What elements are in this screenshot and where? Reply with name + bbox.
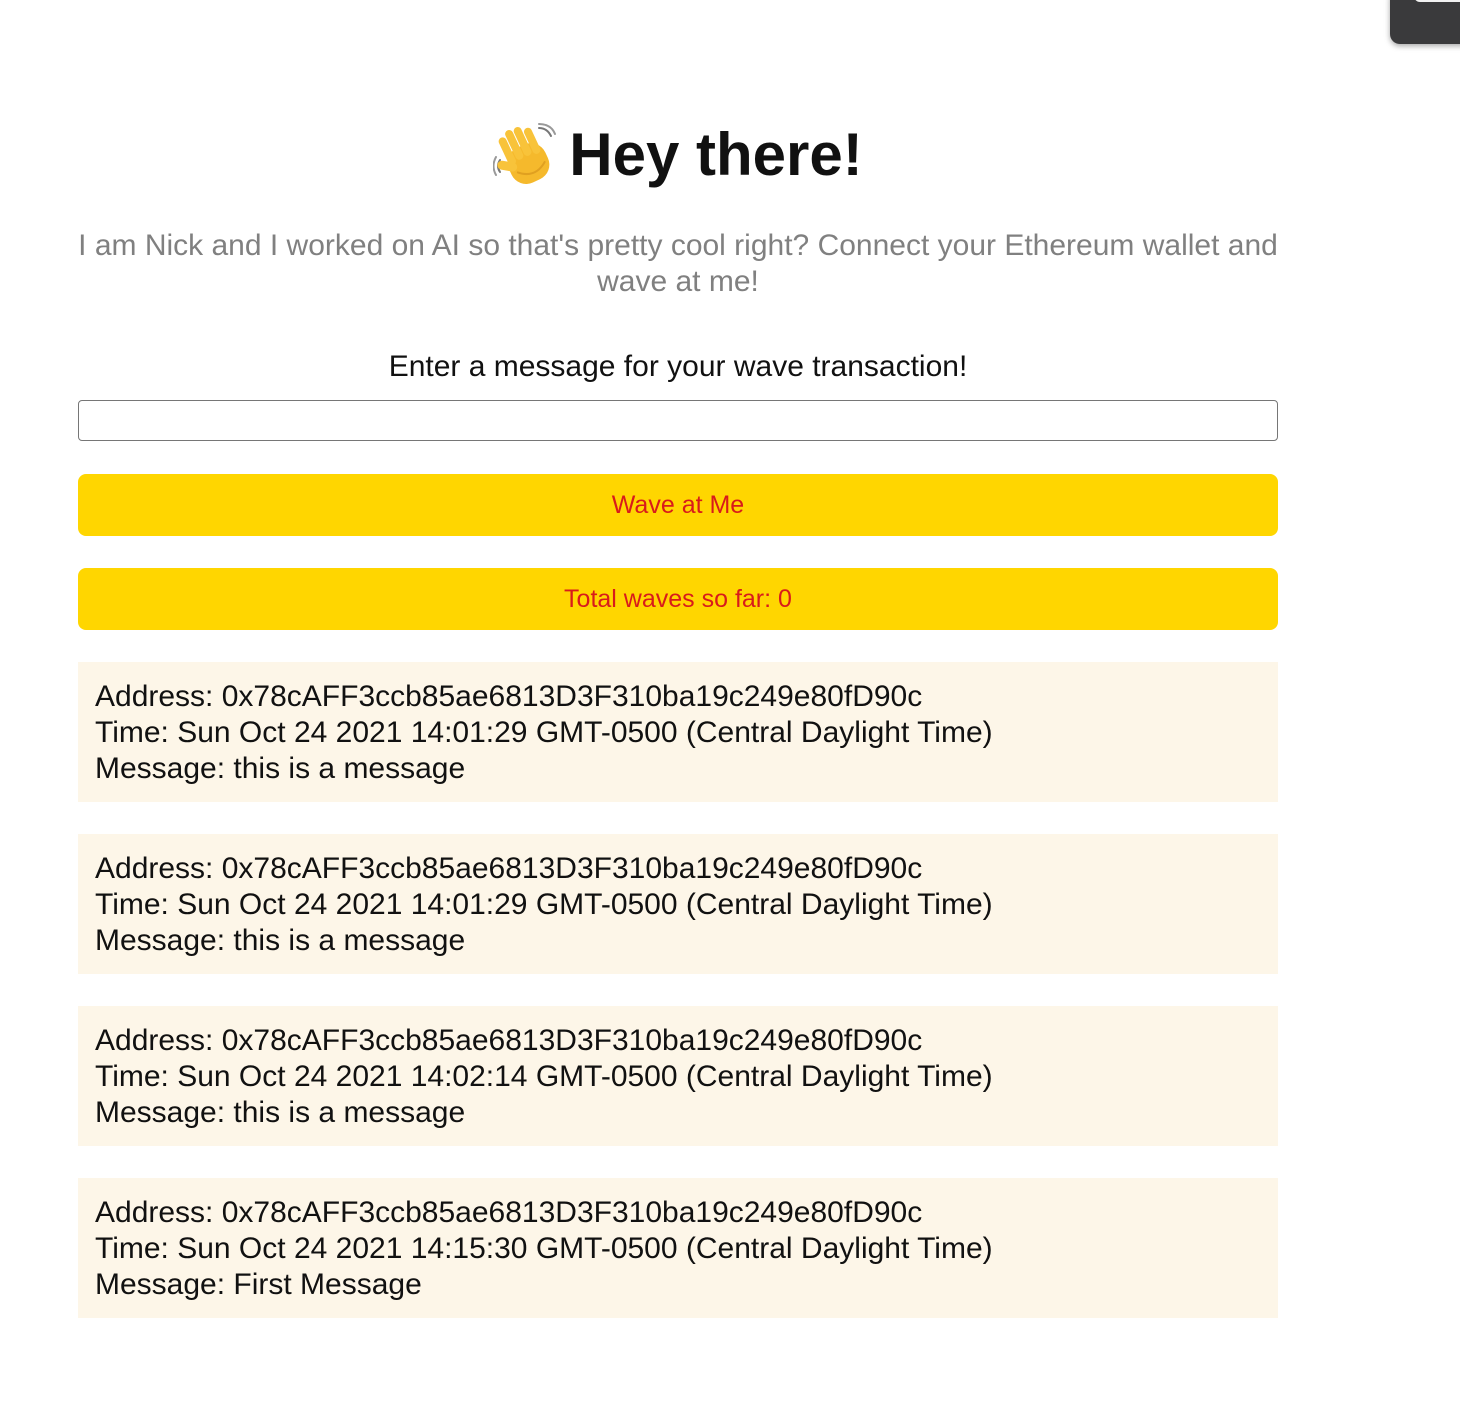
wave-address: Address: 0x78cAFF3ccb85ae6813D3F310ba19c…: [95, 1196, 923, 1229]
wave-time: Time: Sun Oct 24 2021 14:01:29 GMT-0500 …: [95, 716, 993, 749]
header: Hey there!: [78, 112, 1278, 198]
total-waves-button[interactable]: Total waves so far: 0: [78, 568, 1278, 630]
wave-message: Message: this is a message: [95, 1096, 466, 1129]
bio-text: I am Nick and I worked on AI so that's p…: [78, 229, 1278, 298]
extension-tab: [1414, 0, 1460, 2]
wave-address: Address: 0x78cAFF3ccb85ae6813D3F310ba19c…: [95, 1024, 923, 1057]
message-input[interactable]: [78, 400, 1278, 441]
wave-time: Time: Sun Oct 24 2021 14:15:30 GMT-0500 …: [95, 1232, 993, 1265]
wave-message: Message: this is a message: [95, 752, 466, 785]
wave-card: Address: 0x78cAFF3ccb85ae6813D3F310ba19c…: [78, 834, 1278, 974]
browser-extension-corner: [1390, 0, 1460, 44]
page-title: Hey there!: [569, 121, 863, 188]
wave-message: Message: First Message: [95, 1268, 422, 1301]
wave-time: Time: Sun Oct 24 2021 14:01:29 GMT-0500 …: [95, 888, 993, 921]
wave-address: Address: 0x78cAFF3ccb85ae6813D3F310ba19c…: [95, 680, 923, 713]
wave-card: Address: 0x78cAFF3ccb85ae6813D3F310ba19c…: [78, 1178, 1278, 1318]
wave-message: Message: this is a message: [95, 924, 466, 957]
wave-time: Time: Sun Oct 24 2021 14:02:14 GMT-0500 …: [95, 1060, 993, 1093]
wave-card: Address: 0x78cAFF3ccb85ae6813D3F310ba19c…: [78, 662, 1278, 802]
waving-hand-icon: [492, 122, 559, 188]
wave-button[interactable]: Wave at Me: [78, 474, 1278, 536]
message-prompt-label: Enter a message for your wave transactio…: [388, 350, 968, 383]
wave-address: Address: 0x78cAFF3ccb85ae6813D3F310ba19c…: [95, 852, 923, 885]
wave-card: Address: 0x78cAFF3ccb85ae6813D3F310ba19c…: [78, 1006, 1278, 1146]
